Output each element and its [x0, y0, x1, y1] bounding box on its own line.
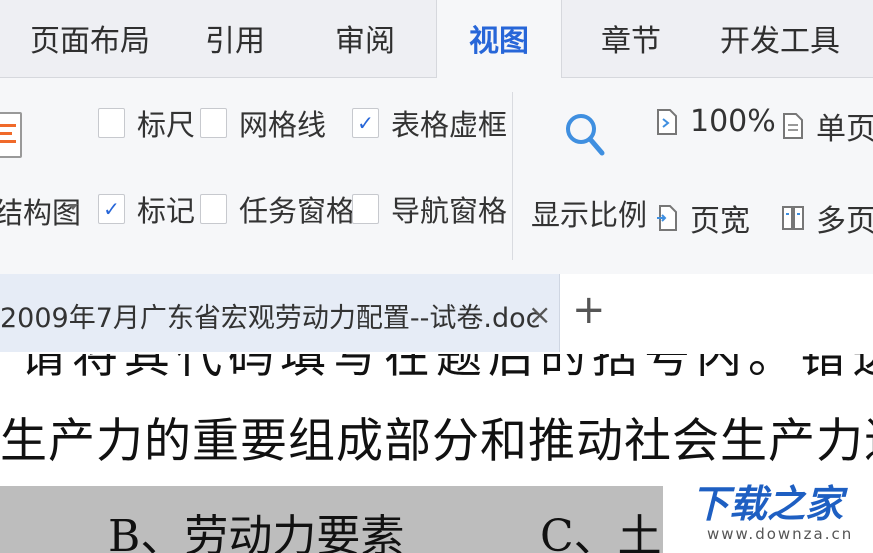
document-tab-title: 2009年7月广东省宏观劳动力配置--试卷.doc	[0, 303, 541, 334]
zoom-100-label: 100%	[690, 104, 776, 139]
site-watermark-logo: 下载之家 www.downza.cn	[663, 465, 873, 553]
tab-page-layout[interactable]: 页面布局	[10, 0, 170, 78]
document-outline-icon	[0, 112, 22, 158]
task-pane-checkbox[interactable]: 任务窗格	[200, 188, 355, 230]
multi-page-label: 多页	[816, 204, 873, 239]
page-width-icon	[657, 205, 677, 231]
task-pane-label: 任务窗格	[239, 194, 356, 228]
tab-developer-tools[interactable]: 开发工具	[700, 0, 860, 78]
ribbon-group-divider	[512, 92, 513, 260]
ruler-checkbox[interactable]: 标尺	[98, 102, 195, 144]
single-page-button[interactable]: 单页	[782, 104, 873, 148]
watermark-url: www.downza.cn	[707, 525, 854, 543]
navigation-pane-label: 导航窗格	[391, 194, 508, 228]
close-icon[interactable]: ×	[528, 298, 551, 331]
ruler-label: 标尺	[137, 108, 196, 142]
tab-chapter[interactable]: 章节	[576, 0, 686, 78]
document-text-line: 请将其代码填写在题后的括号内。错选、多	[20, 354, 873, 383]
zoom-100-button[interactable]: 100%	[656, 104, 776, 139]
watermark-text: 下载之家	[691, 482, 844, 526]
gridlines-label: 网格线	[239, 108, 327, 142]
table-gridlines-checkbox[interactable]: ✓ 表格虚框	[352, 102, 507, 144]
zoom-100-icon	[657, 108, 677, 135]
ribbon-tab-bar: 页面布局 引用 审阅 视图 章节 开发工具	[0, 0, 873, 79]
checkbox-box	[98, 108, 125, 138]
document-tab-bar: 2009年7月广东省宏观劳动力配置--试卷.doc × +	[0, 274, 873, 354]
markup-label: 标记	[137, 194, 196, 228]
tab-review[interactable]: 审阅	[310, 0, 420, 78]
answer-option-b: B、劳动力要素	[108, 511, 405, 553]
chevron-down-icon	[68, 204, 78, 210]
checkbox-box	[200, 108, 227, 138]
page-width-label: 页宽	[690, 204, 750, 239]
markup-checkbox[interactable]: ✓ 标记	[98, 188, 195, 230]
multi-page-icon	[782, 206, 804, 230]
page-width-button[interactable]: 页宽	[656, 196, 750, 240]
navigation-pane-checkbox[interactable]: 导航窗格	[352, 188, 507, 230]
multi-page-button[interactable]: 多页	[782, 196, 873, 240]
document-text-line: 生产力的重要组成部分和推动社会生产力进步	[0, 414, 873, 469]
checkmark-icon: ✓	[98, 194, 125, 224]
tab-references[interactable]: 引用	[180, 0, 290, 78]
gridlines-checkbox[interactable]: 网格线	[200, 102, 326, 144]
new-tab-plus-icon[interactable]: +	[572, 290, 606, 330]
document-tab[interactable]: 2009年7月广东省宏观劳动力配置--试卷.doc ×	[0, 274, 560, 352]
magnifier-icon	[566, 114, 605, 156]
structure-map-label: 结构图	[0, 196, 82, 230]
zoom-label: 显示比例	[531, 198, 648, 232]
checkbox-box	[352, 194, 379, 224]
checkbox-box	[200, 194, 227, 224]
tab-view[interactable]: 视图	[436, 0, 562, 79]
table-gridlines-label: 表格虚框	[391, 108, 508, 142]
single-page-icon	[783, 113, 803, 139]
single-page-label: 单页	[816, 112, 873, 147]
view-ribbon-panel: 结构图 标尺 网格线 ✓ 表格虚框 ✓ 标记 任务窗格 导航窗格 显示比例 10…	[0, 78, 873, 274]
checkmark-icon: ✓	[352, 108, 379, 138]
